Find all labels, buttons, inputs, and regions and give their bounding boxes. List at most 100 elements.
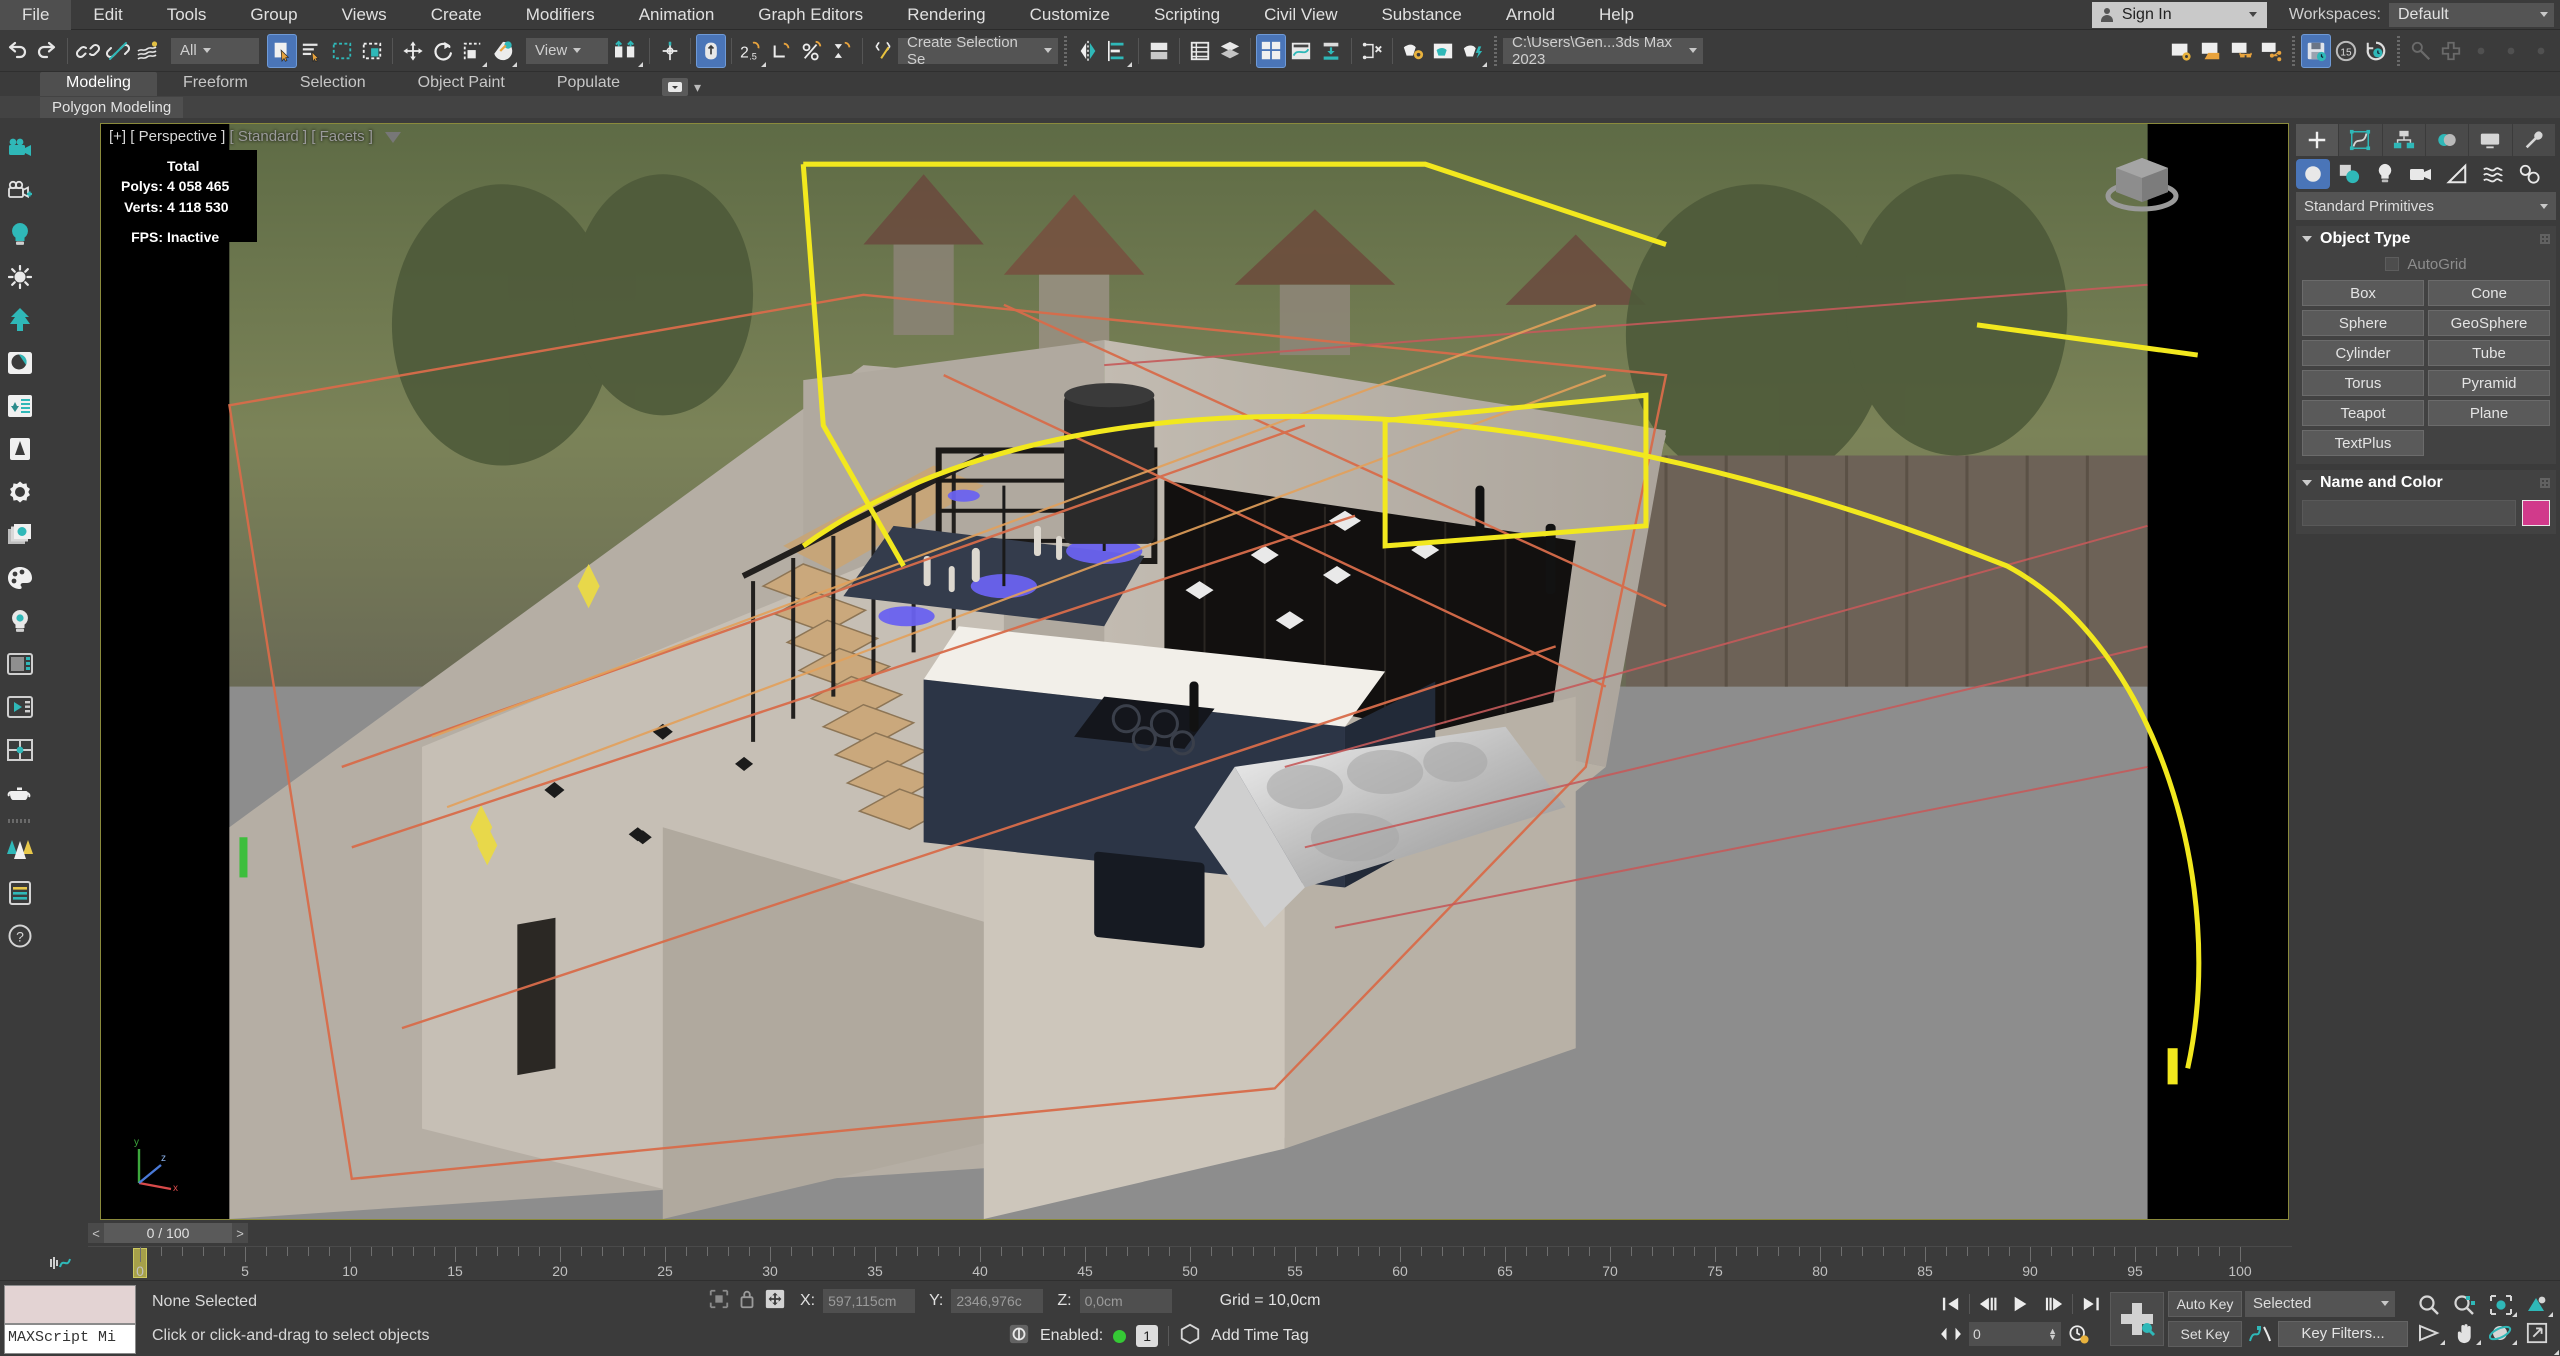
ribbon-tab-selection[interactable]: Selection <box>274 72 392 96</box>
orbit-icon[interactable] <box>2484 1320 2518 1346</box>
asset-library-icon[interactable] <box>2 384 38 427</box>
ribbon-caret-icon[interactable]: ▾ <box>694 79 701 96</box>
create-textplus-button[interactable]: TextPlus <box>2302 430 2424 456</box>
material-palette-icon[interactable] <box>2 556 38 599</box>
field-of-view-icon[interactable] <box>2412 1320 2446 1346</box>
ribbon-tab-populate[interactable]: Populate <box>531 72 646 96</box>
angle-snap-toggle-button[interactable] <box>767 34 797 68</box>
select-and-place-button[interactable] <box>488 34 518 68</box>
viewport-label-shading[interactable]: [ Standard ] <box>230 128 308 145</box>
previous-frame-button[interactable] <box>1973 1291 2003 1317</box>
autogrid-row[interactable]: AutoGrid <box>2296 252 2556 276</box>
named-selection-sets-button[interactable] <box>868 34 898 68</box>
systems-category[interactable] <box>2512 159 2546 189</box>
sun-light-icon[interactable] <box>2 255 38 298</box>
material-sphere-icon[interactable] <box>2 341 38 384</box>
viewport-label-style[interactable]: [ Facets ] <box>311 128 373 145</box>
utilities-tab[interactable] <box>2513 124 2556 156</box>
object-name-input[interactable] <box>2302 500 2516 526</box>
layers-icon[interactable] <box>2 513 38 556</box>
tree-asset-icon[interactable] <box>2 427 38 470</box>
viewport-config-icon[interactable] <box>2 642 38 685</box>
modify-tab[interactable] <box>2339 124 2382 156</box>
autobackup-timer-button[interactable]: 15 <box>2331 34 2361 68</box>
sign-in-button[interactable]: Sign In <box>2092 2 2267 28</box>
ribbon-tab-modeling[interactable]: Modeling <box>40 72 157 96</box>
autogrid-checkbox[interactable] <box>2385 257 2399 271</box>
go-to-start-button[interactable] <box>1936 1291 1966 1317</box>
render-gear-icon[interactable] <box>2 470 38 513</box>
lock-selection-icon[interactable] <box>738 1288 756 1315</box>
particle-view-button[interactable] <box>1357 34 1387 68</box>
menu-animation[interactable]: Animation <box>617 0 737 30</box>
tree-foliage-icon[interactable] <box>2 298 38 341</box>
render-preview-icon[interactable] <box>2 685 38 728</box>
zoom-all-icon[interactable] <box>2448 1292 2482 1318</box>
menu-help[interactable]: Help <box>1577 0 1656 30</box>
next-frame-button[interactable] <box>2039 1291 2069 1317</box>
create-pyramid-button[interactable]: Pyramid <box>2428 370 2550 396</box>
pan-icon[interactable] <box>2448 1320 2482 1346</box>
cameras-category[interactable] <box>2404 159 2438 189</box>
time-configuration-button[interactable] <box>2064 1321 2094 1347</box>
prev-frame-button[interactable]: < <box>88 1223 104 1243</box>
camera-icon[interactable] <box>2 126 38 169</box>
viewport-label-plus[interactable]: [+] <box>109 128 126 145</box>
menu-create[interactable]: Create <box>409 0 504 30</box>
create-cone-button[interactable]: Cone <box>2428 280 2550 306</box>
create-selection-set-input[interactable]: Create Selection Se <box>898 38 1058 64</box>
menu-views[interactable]: Views <box>320 0 409 30</box>
select-and-link-icon[interactable] <box>73 34 103 68</box>
select-and-scale-button[interactable] <box>458 34 488 68</box>
zoom-icon[interactable] <box>2412 1292 2446 1318</box>
menu-scripting[interactable]: Scripting <box>1132 0 1242 30</box>
ribbon-subtab-polygon-modeling[interactable]: Polygon Modeling <box>40 97 183 118</box>
percent-snap-toggle-button[interactable] <box>797 34 827 68</box>
window-crossing-toggle-button[interactable] <box>357 34 387 68</box>
select-by-name-button[interactable] <box>297 34 327 68</box>
snap-2-5d-button[interactable]: 2.5 <box>737 34 767 68</box>
lights-category[interactable] <box>2368 159 2402 189</box>
timeline-ruler[interactable]: 5101520253035404550556065707580859095100… <box>88 1246 2292 1280</box>
object-color-swatch[interactable] <box>2522 500 2550 526</box>
play-animation-button[interactable] <box>2006 1291 2036 1317</box>
selection-lock-region-icon[interactable] <box>708 1288 730 1315</box>
add-time-tag-label[interactable]: Add Time Tag <box>1211 1327 1309 1345</box>
absolute-relative-toggle-icon[interactable] <box>764 1288 786 1315</box>
select-and-move-button[interactable] <box>398 34 428 68</box>
menu-arnold[interactable]: Arnold <box>1484 0 1577 30</box>
create-tab[interactable] <box>2296 124 2339 156</box>
auto-key-button[interactable]: Auto Key <box>2168 1291 2242 1317</box>
open-project-button[interactable] <box>2166 34 2196 68</box>
menu-tools[interactable]: Tools <box>145 0 229 30</box>
reference-coordinate-system-select[interactable]: View <box>526 38 608 64</box>
current-frame-input[interactable]: 0 ▲▼ <box>1969 1322 2061 1346</box>
forest-pack-icon[interactable] <box>2 828 38 871</box>
bind-to-space-warp-icon[interactable] <box>133 34 163 68</box>
menu-rendering[interactable]: Rendering <box>885 0 1007 30</box>
create-plane-button[interactable]: Plane <box>2428 400 2550 426</box>
maximize-viewport-icon[interactable] <box>2520 1320 2554 1346</box>
snaps-toggle-button[interactable] <box>696 34 726 68</box>
current-frame-display[interactable]: 0 / 100 <box>104 1223 232 1243</box>
select-object-button[interactable] <box>267 34 297 68</box>
key-mode-toggle-button[interactable] <box>1936 1321 1966 1347</box>
spinner-snap-toggle-button[interactable] <box>827 34 857 68</box>
view-cube[interactable] <box>2096 140 2188 220</box>
next-frame-button[interactable]: > <box>232 1223 248 1243</box>
unlink-selection-icon[interactable] <box>103 34 133 68</box>
set-keys-button[interactable] <box>2110 1292 2164 1346</box>
create-box-button[interactable]: Box <box>2302 280 2424 306</box>
viewport-label[interactable]: [+] [ Perspective ] [ Standard ] [ Facet… <box>109 128 401 145</box>
key-mode-icon[interactable] <box>1008 1323 1030 1350</box>
object-type-header[interactable]: Object Type <box>2296 226 2556 252</box>
ribbon-tab-freeform[interactable]: Freeform <box>157 72 274 96</box>
create-sphere-button[interactable]: Sphere <box>2302 310 2424 336</box>
zoom-extents-icon[interactable] <box>2484 1292 2518 1318</box>
viewport-layout-icon[interactable] <box>2 728 38 771</box>
menu-modifiers[interactable]: Modifiers <box>504 0 617 30</box>
selection-filter-select[interactable]: All <box>171 38 259 64</box>
menu-file[interactable]: File <box>0 0 71 30</box>
list-settings-icon[interactable] <box>2 871 38 914</box>
key-mode-select[interactable]: Selected <box>2245 1291 2395 1317</box>
